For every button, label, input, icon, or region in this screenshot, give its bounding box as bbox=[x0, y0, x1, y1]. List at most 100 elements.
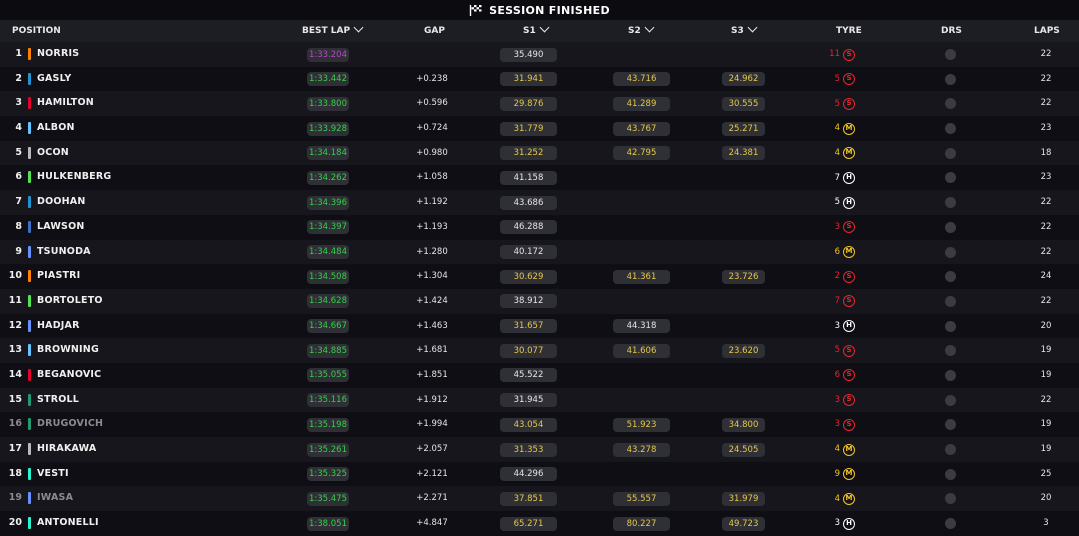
table-row[interactable]: 11 BORTOLETO 1:34.628 +1.424 38.912 7 S 22 bbox=[0, 288, 1079, 314]
sector-s2-time: 43.278 bbox=[613, 442, 670, 457]
best-lap-cell: 1:34.484 bbox=[307, 240, 349, 265]
tyre-compound-icon: S bbox=[843, 270, 855, 283]
table-row[interactable]: 18 VESTI 1:35.325 +2.121 44.296 9 M 25 bbox=[0, 462, 1079, 487]
best-lap-time: 1:33.800 bbox=[307, 96, 349, 111]
driver-name: OCON bbox=[37, 146, 69, 158]
gap-value bbox=[400, 42, 464, 67]
sector-s2-cell: 41.289 bbox=[613, 91, 670, 116]
sector-s1-cell: 29.876 bbox=[500, 91, 557, 116]
driver-name: BEGANOVIC bbox=[37, 368, 102, 380]
team-color-bar bbox=[28, 270, 31, 283]
best-lap-cell: 1:35.116 bbox=[307, 388, 349, 413]
sector-s1-cell: 31.252 bbox=[500, 141, 557, 166]
best-lap-cell: 1:33.928 bbox=[307, 116, 349, 141]
sector-s2-cell: 43.278 bbox=[613, 437, 670, 462]
tyre-age: 2 bbox=[834, 271, 840, 282]
best-lap-time: 1:34.262 bbox=[307, 170, 349, 185]
table-row[interactable]: 8 LAWSON 1:34.397 +1.193 46.288 3 S 22 bbox=[0, 215, 1079, 240]
tyre-compound-icon: M bbox=[843, 246, 855, 258]
header-s2[interactable]: S2 bbox=[628, 20, 655, 42]
table-row[interactable]: 19 IWASA 1:35.475 +2.271 37.851 55.557 31.979 4… bbox=[0, 486, 1079, 512]
tyre-age: 5 bbox=[834, 345, 840, 356]
header-s2-label: S2 bbox=[628, 26, 641, 36]
drs-indicator bbox=[945, 49, 956, 60]
table-row[interactable]: 3 HAMILTON 1:33.800 +0.596 29.876 41.289 30.55… bbox=[0, 91, 1079, 117]
tyre-age: 7 bbox=[834, 172, 840, 183]
best-lap-time: 1:34.396 bbox=[307, 195, 349, 210]
sector-s1-cell: 31.353 bbox=[500, 437, 557, 462]
sector-s1-cell: 31.945 bbox=[500, 388, 557, 413]
position-number: 2 bbox=[15, 72, 22, 84]
tyre-compound-icon: M bbox=[843, 147, 855, 160]
drs-indicator bbox=[945, 271, 956, 283]
tyre-age: 6 bbox=[834, 370, 840, 381]
table-row[interactable]: 17 HIRAKAWA 1:35.261 +2.057 31.353 43.278 24.5… bbox=[0, 437, 1079, 462]
table-row[interactable]: 6 HULKENBERG 1:34.262 +1.058 41.158 7 H 23 bbox=[0, 165, 1079, 190]
best-lap-time: 1:35.055 bbox=[307, 368, 349, 383]
tyre-compound-icon: H bbox=[843, 320, 855, 333]
header-laps: LAPS bbox=[1034, 26, 1060, 36]
sector-s3-time: 34.800 bbox=[722, 417, 765, 432]
sector-s3-cell: 23.726 bbox=[722, 264, 765, 289]
team-color-bar bbox=[28, 48, 31, 60]
team-color-bar bbox=[28, 97, 31, 110]
tyre-compound-icon: S bbox=[843, 344, 855, 357]
team-color-bar bbox=[28, 492, 31, 505]
driver-name: VESTI bbox=[37, 467, 69, 479]
position-number: 20 bbox=[8, 517, 22, 529]
sector-s1-time: 41.158 bbox=[500, 170, 557, 185]
laps-count: 19 bbox=[1040, 369, 1052, 380]
table-row[interactable]: 4 ALBON 1:33.928 +0.724 31.779 43.767 25.271 4 M… bbox=[0, 116, 1079, 141]
position-number: 5 bbox=[15, 146, 22, 158]
best-lap-cell: 1:34.184 bbox=[307, 141, 349, 166]
timing-table: 1 NORRIS 1:33.204 35.490 11 S 22 2 GASLY 1:33.442… bbox=[0, 42, 1079, 536]
header-s1[interactable]: S1 bbox=[523, 20, 550, 42]
driver-name: DOOHAN bbox=[37, 196, 86, 208]
best-lap-cell: 1:38.051 bbox=[307, 511, 349, 536]
gap-value: +1.463 bbox=[416, 320, 448, 331]
driver-name: TSUNODA bbox=[37, 245, 91, 257]
best-lap-time: 1:35.116 bbox=[307, 393, 349, 408]
tyre-cell: 5S bbox=[826, 91, 866, 116]
position-number: 3 bbox=[15, 97, 22, 109]
sector-s2-cell: 43.716 bbox=[613, 67, 670, 92]
table-row[interactable]: 10 PIASTRI 1:34.508 +1.304 30.629 41.361 23.72… bbox=[0, 264, 1079, 289]
team-color-bar bbox=[28, 517, 31, 530]
table-row[interactable]: 12 HADJAR 1:34.667 +1.463 31.657 44.318 3 H 20 bbox=[0, 314, 1079, 339]
sector-s1-cell: 40.172 bbox=[500, 240, 557, 265]
sector-s2-cell: 43.767 bbox=[613, 116, 670, 141]
laps-count: 22 bbox=[1040, 73, 1052, 84]
table-row[interactable]: 20 ANTONELLI 1:38.051 +4.847 65.271 80.227 49.… bbox=[0, 511, 1079, 536]
position-number: 8 bbox=[15, 220, 22, 232]
table-row[interactable]: 16 DRUGOVICH 1:35.198 +1.994 43.054 51.923 34.… bbox=[0, 412, 1079, 437]
best-lap-cell: 1:35.325 bbox=[307, 462, 349, 487]
table-row[interactable]: 2 GASLY 1:33.442 +0.238 31.941 43.716 24.962 5 S… bbox=[0, 67, 1079, 92]
drs-indicator bbox=[945, 493, 956, 505]
table-row[interactable]: 15 STROLL 1:35.116 +1.912 31.945 3 S 22 bbox=[0, 387, 1079, 413]
sector-s1-time: 45.522 bbox=[500, 368, 557, 383]
laps-count: 19 bbox=[1040, 444, 1052, 454]
tyre-compound-icon: M bbox=[843, 468, 855, 481]
laps-count: 22 bbox=[1040, 246, 1052, 257]
sector-s2-time: 43.716 bbox=[613, 72, 670, 87]
table-row[interactable]: 1 NORRIS 1:33.204 35.490 11 S 22 bbox=[0, 42, 1079, 67]
tyre-age: 4 bbox=[834, 493, 840, 504]
gap-value: +2.271 bbox=[416, 493, 448, 504]
table-row[interactable]: 9 TSUNODA 1:34.484 +1.280 40.172 6 M 22 bbox=[0, 239, 1079, 265]
laps-count: 22 bbox=[1040, 295, 1052, 306]
tyre-cell: 3S bbox=[826, 412, 866, 437]
drs-indicator bbox=[945, 369, 956, 381]
header-best-lap[interactable]: BEST LAP bbox=[302, 20, 364, 42]
table-row[interactable]: 14 BEGANOVIC 1:35.055 +1.851 45.522 6 S 19 bbox=[0, 363, 1079, 388]
table-row[interactable]: 7 DOOHAN 1:34.396 +1.192 43.686 5 H 22 bbox=[0, 190, 1079, 215]
best-lap-time: 1:34.484 bbox=[307, 245, 349, 259]
driver-name: STROLL bbox=[37, 393, 80, 405]
table-row[interactable]: 5 OCON 1:34.184 +0.980 31.252 42.795 24.381 4 M 1… bbox=[0, 140, 1079, 166]
best-lap-cell: 1:33.204 bbox=[307, 42, 349, 67]
sector-s3-time: 25.271 bbox=[722, 121, 765, 136]
best-lap-time: 1:35.261 bbox=[307, 442, 349, 457]
header-s3[interactable]: S3 bbox=[731, 20, 758, 42]
position-number: 19 bbox=[8, 492, 22, 504]
best-lap-time: 1:38.051 bbox=[307, 516, 349, 531]
table-row[interactable]: 13 BROWNING 1:34.885 +1.681 30.077 41.606 23.6… bbox=[0, 338, 1079, 363]
